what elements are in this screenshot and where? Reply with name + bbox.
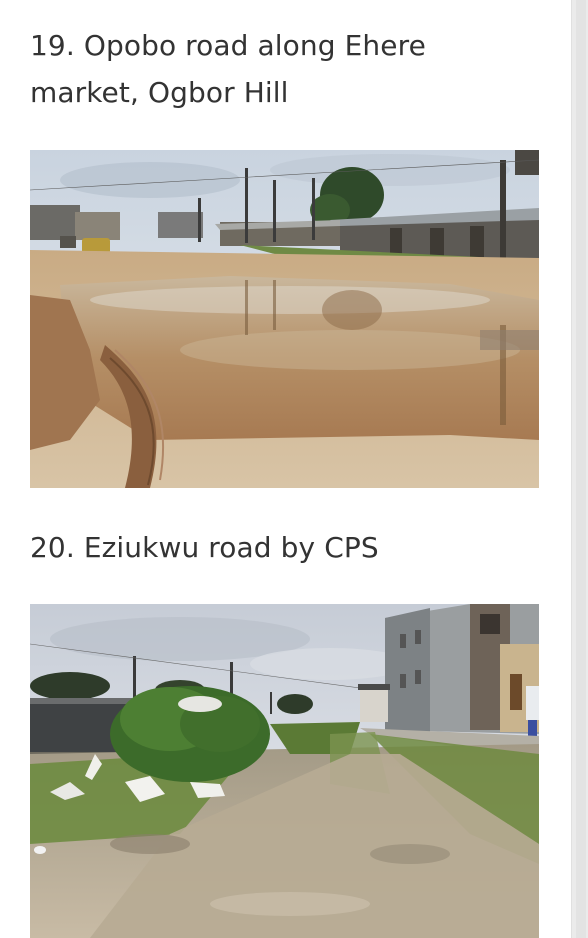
- photo-caption-19: 19. Opobo road along Ehere market, Ogbor…: [30, 29, 426, 109]
- photo-caption-20: 20. Eziukwu road by CPS: [30, 531, 379, 564]
- page-scrollbar[interactable]: [571, 0, 588, 938]
- article-page: 19. Opobo road along Ehere market, Ogbor…: [0, 0, 588, 938]
- flooded-road-photo: [30, 150, 539, 488]
- scrollbar-thumb[interactable]: [576, 0, 586, 938]
- overgrown-road-photo: [30, 604, 539, 938]
- photo-eziukwu-road[interactable]: [30, 604, 539, 938]
- photo-opobo-road[interactable]: [30, 150, 539, 488]
